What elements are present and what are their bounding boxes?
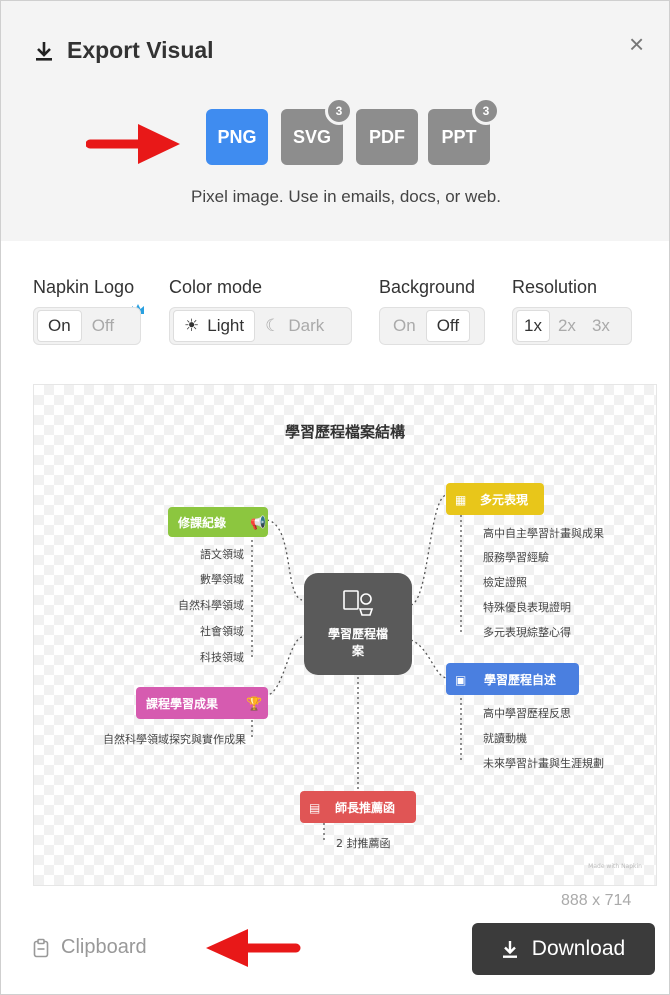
format-png-button[interactable]: PNG <box>206 109 268 165</box>
left-top-item: 自然科學領域 <box>178 598 244 612</box>
mindmap-diagram: 學習歷程檔案結構 學習歷程檔 案 修課紀錄 📢 語文領域 數學領域 自然科學領域… <box>103 423 642 870</box>
resolution-3x[interactable]: 3x <box>584 311 618 341</box>
format-pdf-button[interactable]: PDF <box>356 109 418 165</box>
clipboard-label: Clipboard <box>61 936 147 958</box>
clipboard-icon <box>33 938 49 957</box>
format-description: Pixel image. Use in emails, docs, or web… <box>191 187 501 206</box>
download-button[interactable]: Download <box>472 923 655 975</box>
pro-badge: 3 <box>325 97 353 125</box>
background-label: Background <box>379 277 476 297</box>
right-top-item: 高中自主學習計畫與成果 <box>483 526 604 540</box>
light-label: Light <box>207 316 245 335</box>
right-mid-item: 未來學習計畫與生涯規劃 <box>483 756 604 770</box>
format-svg-label: SVG <box>292 126 331 147</box>
bottom-item: 2 封推薦函 <box>336 836 391 850</box>
right-top-item: 服務學習經驗 <box>483 550 549 564</box>
left-bottom-item: 自然科學領域探究與實作成果 <box>103 732 246 746</box>
resolution-label: Resolution <box>512 277 598 297</box>
dark-label: Dark <box>288 316 325 335</box>
format-pdf-label: PDF <box>369 126 405 147</box>
node-diverse-performance-label: 多元表現 <box>480 492 528 507</box>
image-dimensions: 888 x 714 <box>561 892 632 909</box>
background-toggle: On Off <box>379 307 485 345</box>
background-on[interactable]: On <box>383 311 426 341</box>
format-ppt-button[interactable]: PPT 3 <box>428 97 500 165</box>
resolution-toggle: 1x 2x 3x <box>512 307 632 345</box>
profile-icon: ▣ <box>455 673 466 687</box>
node-course-records-label: 修課紀錄 <box>177 515 226 530</box>
format-svg-button[interactable]: SVG 3 <box>281 97 353 165</box>
napkin-logo-label: Napkin Logo <box>33 277 135 297</box>
right-top-item: 多元表現綜整心得 <box>483 625 571 639</box>
right-mid-item: 高中學習歷程反思 <box>483 706 571 720</box>
right-top-item: 檢定證照 <box>483 575 527 589</box>
node-recommendation-label: 師長推薦函 <box>335 800 395 815</box>
mindmap-title: 學習歷程檔案結構 <box>285 423 405 441</box>
center-node <box>304 573 412 675</box>
color-mode-dark[interactable]: ☾ Dark <box>255 311 334 341</box>
letter-icon: ▤ <box>309 801 320 815</box>
award-icon: 🏆 <box>246 696 262 712</box>
close-icon[interactable]: × <box>629 31 644 57</box>
clipboard-button[interactable]: Clipboard <box>33 936 147 959</box>
chart-icon: ▦ <box>455 493 466 507</box>
center-label-line1: 學習歷程檔 <box>328 626 388 641</box>
node-course-outcomes-label: 課程學習成果 <box>146 696 218 711</box>
download-icon <box>36 41 52 61</box>
format-png-label: PNG <box>217 126 257 147</box>
dialog-title-row: Export Visual <box>35 37 214 64</box>
annotation-arrow-left-icon <box>206 929 301 967</box>
napkin-logo-off[interactable]: Off <box>82 311 124 341</box>
color-mode-toggle: ☀ Light ☾ Dark <box>169 307 352 345</box>
megaphone-icon: 📢 <box>250 515 266 531</box>
right-mid-item: 就讀動機 <box>483 731 527 745</box>
moon-icon: ☾ <box>265 316 281 335</box>
dialog-title: Export Visual <box>67 37 214 63</box>
left-top-item: 科技領域 <box>200 650 244 664</box>
left-top-item: 數學領域 <box>200 572 244 586</box>
resolution-2x[interactable]: 2x <box>550 311 584 341</box>
node-learning-narrative-label: 學習歷程自述 <box>484 672 556 687</box>
export-preview: 學習歷程檔案結構 學習歷程檔 案 修課紀錄 📢 語文領域 數學領域 自然科學領域… <box>33 384 657 886</box>
download-icon <box>502 941 517 958</box>
watermark: Made with Napkin <box>588 863 642 870</box>
format-ppt-label: PPT <box>441 126 477 147</box>
background-off[interactable]: Off <box>425 310 471 342</box>
left-top-item: 社會領域 <box>200 624 244 638</box>
napkin-logo-toggle: On Off <box>33 307 141 345</box>
pro-badge: 3 <box>472 97 500 125</box>
left-top-item: 語文領域 <box>200 547 244 561</box>
resolution-1x[interactable]: 1x <box>516 310 550 342</box>
napkin-logo-on[interactable]: On <box>37 310 82 342</box>
annotation-arrow-right-icon <box>86 124 180 164</box>
sun-icon: ☀ <box>184 316 200 335</box>
color-mode-light[interactable]: ☀ Light <box>173 310 256 342</box>
download-label: Download <box>531 937 626 960</box>
color-mode-label: Color mode <box>169 277 263 297</box>
center-label-line2: 案 <box>351 643 365 658</box>
right-top-item: 特殊優良表現證明 <box>483 600 571 614</box>
